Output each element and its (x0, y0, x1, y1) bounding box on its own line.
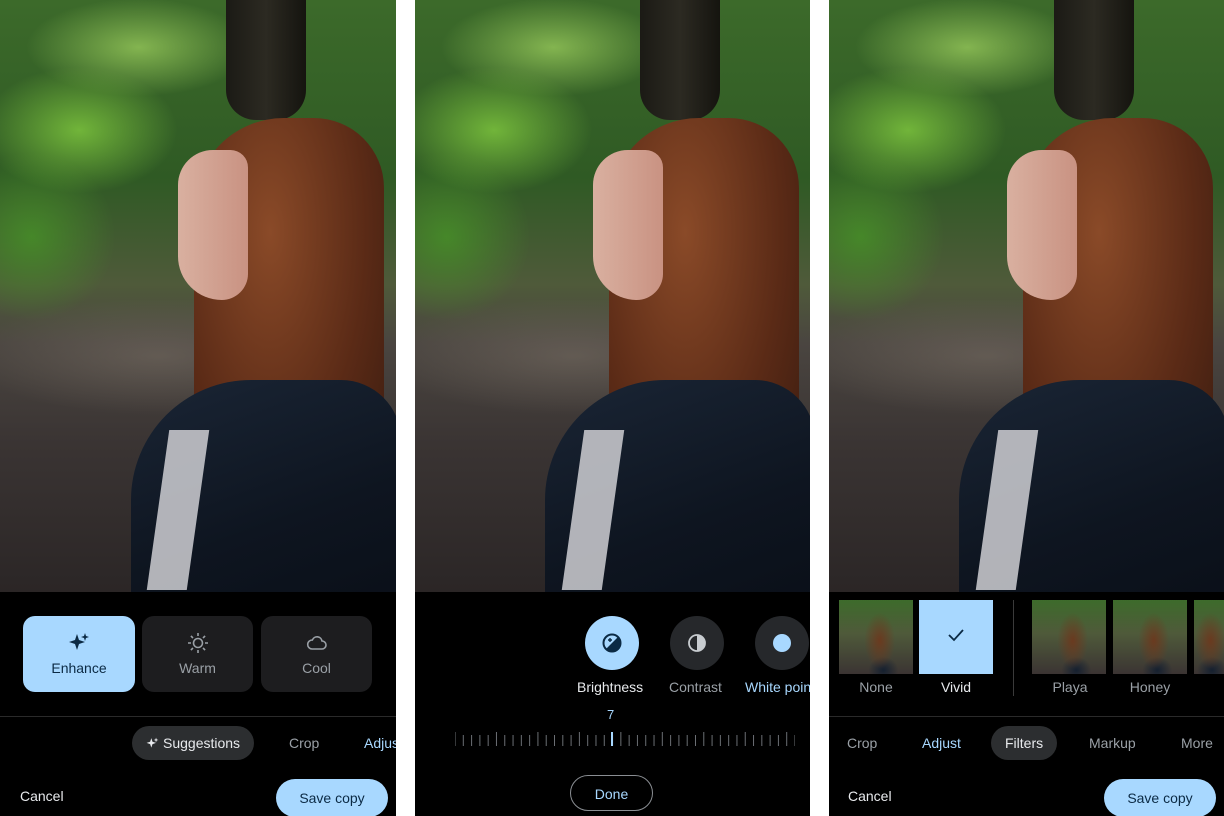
white-point-icon (772, 633, 792, 658)
tab-label: Filters (1005, 735, 1044, 751)
sun-icon (142, 632, 253, 654)
tab-label: Adjust (922, 735, 961, 751)
sparkle-icon (23, 632, 135, 654)
tab-label: Crop (847, 735, 878, 751)
filter-playa[interactable] (1032, 600, 1106, 674)
filter-thumbnail (1113, 600, 1187, 674)
suggestion-enhance[interactable]: Enhance (23, 616, 135, 692)
suggestion-label: Cool (302, 660, 331, 676)
contrast-tool-button[interactable] (670, 616, 724, 670)
suggestion-label: Enhance (51, 660, 107, 676)
tab-filters[interactable]: Filters (991, 726, 1058, 760)
tab-suggestions[interactable]: Suggestions (132, 726, 255, 762)
filter-label: Honey (1129, 679, 1171, 695)
editor-panel-filters: None Vivid Playa Honey Crop Adjust Filte… (829, 0, 1224, 816)
filter-thumbnail (1032, 600, 1106, 674)
tab-label: Suggestions (163, 735, 241, 751)
editor-panel-suggestions: Enhance Warm Cool Suggestions Crop Adjus… (0, 0, 396, 816)
brightness-icon (601, 632, 623, 659)
contrast-label: Contrast (669, 679, 722, 695)
divider (829, 716, 1224, 717)
filter-vivid[interactable] (919, 600, 993, 674)
editor-panel-adjust: Brightness Contrast White point 7 Done (415, 0, 810, 816)
tab-adjust[interactable]: Adjust (908, 726, 975, 760)
suggestion-warm[interactable]: Warm (142, 616, 253, 692)
filter-none[interactable] (839, 600, 913, 674)
filter-divider (1013, 600, 1014, 696)
white-point-label: White point (745, 679, 810, 695)
tab-label: Adjust (364, 735, 396, 751)
filter-thumbnail (1194, 600, 1224, 674)
editor-tab-bar: Crop Adjust Filters Markup More (829, 726, 1224, 762)
contrast-icon (687, 633, 707, 658)
check-icon (947, 628, 965, 647)
save-copy-button[interactable]: Save copy (1104, 779, 1216, 816)
brightness-tool-button[interactable] (585, 616, 639, 670)
tab-crop[interactable]: Crop (833, 726, 891, 760)
tab-adjust[interactable]: Adjust (350, 726, 396, 760)
tab-crop[interactable]: Crop (275, 726, 333, 760)
cloud-icon (261, 632, 372, 654)
cancel-button[interactable]: Cancel (20, 788, 64, 804)
tab-label: More (1181, 735, 1213, 751)
divider (0, 716, 396, 717)
photo-preview (0, 0, 396, 592)
tab-label: Markup (1089, 735, 1136, 751)
brightness-slider[interactable] (455, 732, 795, 746)
filter-label: None (859, 679, 893, 695)
brightness-label: Brightness (577, 679, 644, 695)
filter-next-partial[interactable] (1194, 600, 1224, 674)
suggestion-cool[interactable]: Cool (261, 616, 372, 692)
photo-preview (415, 0, 810, 592)
cancel-button[interactable]: Cancel (848, 788, 892, 804)
save-copy-button[interactable]: Save copy (276, 779, 388, 816)
suggestion-label: Warm (179, 660, 216, 676)
white-point-tool-button[interactable] (755, 616, 809, 670)
filter-label: Playa (1052, 679, 1088, 695)
tab-more[interactable]: More (1167, 726, 1224, 760)
photo-preview (829, 0, 1224, 592)
slider-value: 7 (607, 707, 615, 722)
sparkle-icon (146, 728, 159, 762)
filter-thumbnail (839, 600, 913, 674)
done-button[interactable]: Done (570, 775, 653, 811)
filter-label: Vivid (940, 679, 972, 695)
filter-honey[interactable] (1113, 600, 1187, 674)
tab-label: Crop (289, 735, 320, 751)
editor-tab-bar: Suggestions Crop Adjust (0, 726, 396, 762)
tab-markup[interactable]: Markup (1075, 726, 1150, 760)
